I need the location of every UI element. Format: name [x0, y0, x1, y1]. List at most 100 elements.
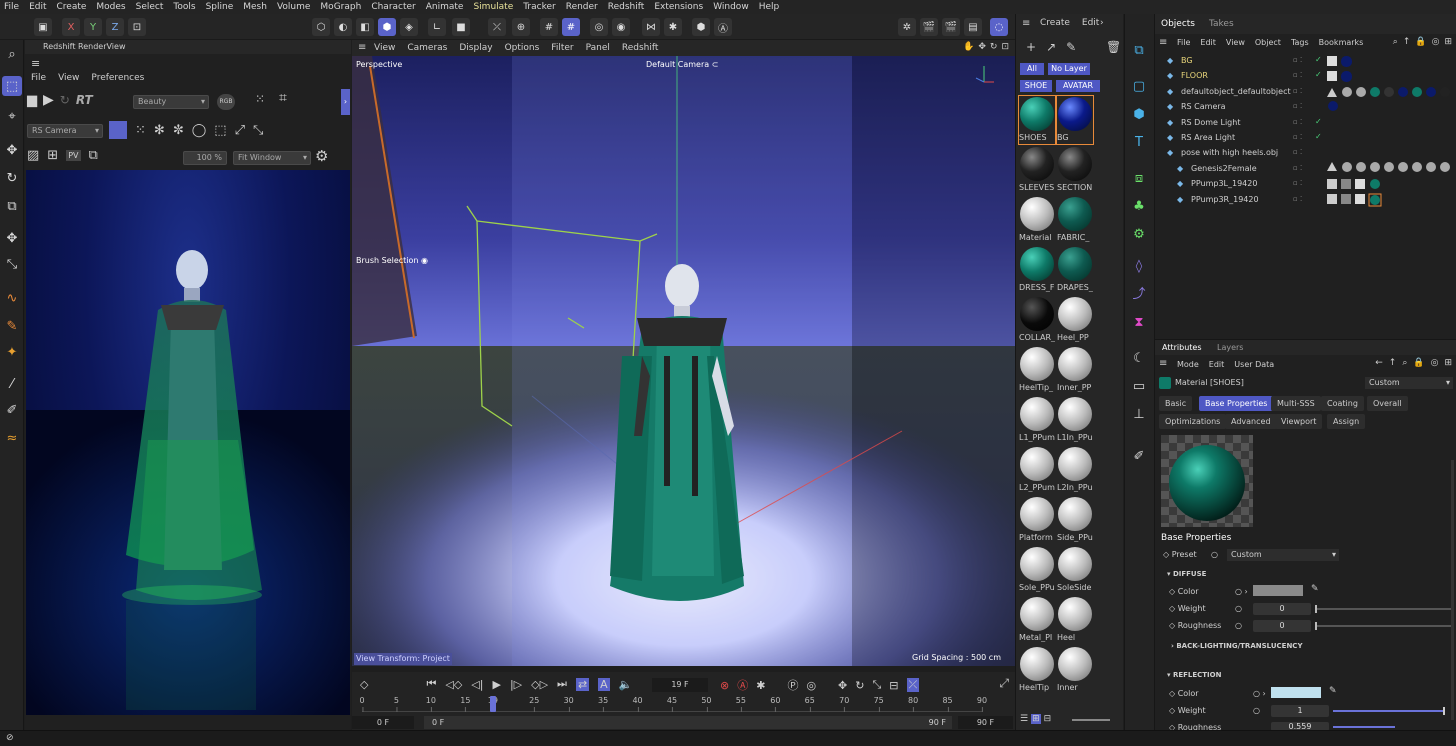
filter-all[interactable]: All: [1020, 63, 1044, 75]
refresh-icon[interactable]: ↻: [60, 93, 70, 107]
material-tile[interactable]: DRESS_F: [1019, 246, 1055, 294]
snap-icon[interactable]: #: [540, 18, 558, 36]
zoom-field[interactable]: 100 %: [183, 151, 227, 165]
plane-icon[interactable]: ▢: [1129, 76, 1149, 96]
vp-menu-view[interactable]: View: [374, 43, 395, 53]
obj-menu-bookmarks[interactable]: Bookmarks: [1319, 38, 1364, 47]
gear-icon[interactable]: ⚙: [315, 147, 328, 165]
rotate-icon[interactable]: ↻: [2, 168, 22, 188]
enabled-check-icon[interactable]: ✓: [1315, 117, 1322, 126]
vp-menu-display[interactable]: Display: [459, 43, 492, 53]
key-scale-icon[interactable]: ⤡: [872, 678, 881, 692]
material-tile[interactable]: COLLAR_: [1019, 296, 1055, 344]
crop-icon[interactable]: ⌗: [279, 90, 287, 106]
axis-lock-icon[interactable]: ⊕: [512, 18, 530, 36]
key-rot-icon[interactable]: ◎: [806, 679, 816, 692]
settings-icon[interactable]: ✱: [664, 18, 682, 36]
paint-icon[interactable]: ✐: [2, 400, 22, 420]
render-queue-icon[interactable]: ▤: [964, 18, 982, 36]
menu-item-mograph[interactable]: MoGraph: [320, 2, 361, 12]
material-tile[interactable]: L1_PPum: [1019, 396, 1055, 444]
menu-item-animate[interactable]: Animate: [426, 2, 464, 12]
play-icon[interactable]: ▶: [43, 92, 54, 108]
end-frame-field[interactable]: 90 F: [958, 716, 1013, 729]
material-tile[interactable]: DRAPES_: [1057, 246, 1093, 294]
bucket-icon[interactable]: ⁙: [135, 123, 146, 138]
floor-icon[interactable]: ⊥: [1129, 404, 1149, 424]
rv-menu-file[interactable]: File: [31, 73, 46, 83]
subtab-basic[interactable]: Basic: [1159, 396, 1193, 411]
subtab-coating[interactable]: Coating: [1321, 396, 1364, 411]
rt-label[interactable]: RT: [76, 93, 93, 107]
text-icon[interactable]: T: [1129, 132, 1149, 152]
prev-key-icon[interactable]: ◁◇: [445, 678, 462, 691]
scale-icon[interactable]: ⧉: [2, 196, 22, 216]
live-select-icon[interactable]: ⌖: [2, 106, 22, 126]
menu-item-spline[interactable]: Spline: [206, 2, 234, 12]
record-icon[interactable]: ⊗: [720, 679, 729, 692]
subtab-base-properties[interactable]: Base Properties: [1199, 396, 1274, 411]
more-icon[interactable]: ›: [1100, 18, 1104, 28]
refl-weight-radio[interactable]: ○: [1253, 706, 1260, 715]
attr-scrollbar[interactable]: [1451, 460, 1454, 720]
rv-menu-preferences[interactable]: Preferences: [91, 73, 144, 83]
playhead[interactable]: [489, 696, 496, 712]
target-icon[interactable]: ◎: [1431, 358, 1439, 368]
model-mode-icon[interactable]: ⬡: [312, 18, 330, 36]
refl-color-swatch[interactable]: [1271, 687, 1321, 698]
material-tile[interactable]: L2_PPum: [1019, 446, 1055, 494]
axis-z-button[interactable]: Z: [106, 18, 124, 36]
diffuse-color-radio[interactable]: ○ ›: [1235, 587, 1248, 596]
filter-no-layer[interactable]: No Layer: [1048, 63, 1090, 75]
visibility-dots[interactable]: ▫ ⁚: [1293, 195, 1302, 203]
tab-objects[interactable]: Objects: [1161, 19, 1195, 29]
material-tile[interactable]: Heel: [1057, 596, 1093, 644]
move-icon[interactable]: ✥: [2, 140, 22, 160]
viewport-hamburger-icon[interactable]: ≡: [358, 42, 366, 53]
enabled-check-icon[interactable]: ✓: [1315, 132, 1322, 141]
preset-select[interactable]: Custom ▾: [1227, 549, 1339, 561]
axis-y-button[interactable]: Y: [84, 18, 102, 36]
key-rotate-icon[interactable]: ↻: [855, 679, 864, 692]
layer-shoe[interactable]: SHOE: [1020, 80, 1052, 92]
render-cam-icon[interactable]: ▭: [1129, 376, 1149, 396]
menu-item-modes[interactable]: Modes: [96, 2, 125, 12]
knife-icon[interactable]: ⁄: [2, 374, 22, 394]
obj-menu-edit[interactable]: Edit: [1200, 38, 1216, 47]
key-pla-icon[interactable]: ⤫: [906, 678, 920, 692]
frame-icon[interactable]: ⬚: [214, 123, 226, 138]
range-slider[interactable]: 0 F 90 F: [424, 716, 952, 729]
reflection-header[interactable]: ▾ REFLECTION: [1167, 671, 1221, 679]
material-tile[interactable]: BG: [1056, 95, 1094, 145]
viewport-label[interactable]: Perspective: [356, 60, 402, 69]
material-tile[interactable]: FABRIC_: [1057, 196, 1093, 244]
coord-system-icon[interactable]: ⊡: [128, 18, 146, 36]
layout-icon[interactable]: ◌: [990, 18, 1008, 36]
tile-icon[interactable]: ⊞: [1031, 714, 1041, 724]
auto-icon[interactable]: A: [598, 677, 610, 691]
diffuse-weight-field[interactable]: 0: [1253, 603, 1311, 615]
subtab-assign[interactable]: Assign: [1327, 414, 1366, 429]
key-move-icon[interactable]: ✥: [838, 679, 847, 692]
tab-attributes[interactable]: Attributes: [1162, 343, 1202, 352]
aov-pass-select[interactable]: Beauty ▾: [133, 95, 209, 109]
pv-button[interactable]: PV: [66, 150, 81, 161]
orbit-icon[interactable]: ↻: [990, 42, 998, 52]
field-icon[interactable]: ⧗: [1129, 312, 1149, 332]
key-param-icon[interactable]: ⊟: [889, 679, 898, 692]
visibility-dots[interactable]: ▫ ⁚: [1293, 148, 1302, 156]
obj-menu-view[interactable]: View: [1226, 38, 1245, 47]
next-key-icon[interactable]: ◇▷: [531, 678, 548, 691]
material-tile[interactable]: Material: [1019, 196, 1055, 244]
material-tile[interactable]: HeelTip_: [1019, 346, 1055, 394]
menu-item-simulate[interactable]: Simulate: [473, 2, 513, 12]
refl-weight-field[interactable]: 1: [1271, 705, 1329, 717]
grid2-icon[interactable]: ⊟: [1044, 714, 1052, 724]
visibility-dots[interactable]: ▫ ⁚: [1293, 71, 1302, 79]
vp-menu-filter[interactable]: Filter: [551, 43, 573, 53]
mat-hamburger-icon[interactable]: ≡: [1022, 18, 1030, 29]
cube-tool-icon[interactable]: ⬢: [1129, 104, 1149, 124]
axis-x-button[interactable]: X: [62, 18, 80, 36]
thumb-size-slider[interactable]: [1072, 719, 1110, 721]
viewport-scene[interactable]: [352, 56, 1015, 666]
